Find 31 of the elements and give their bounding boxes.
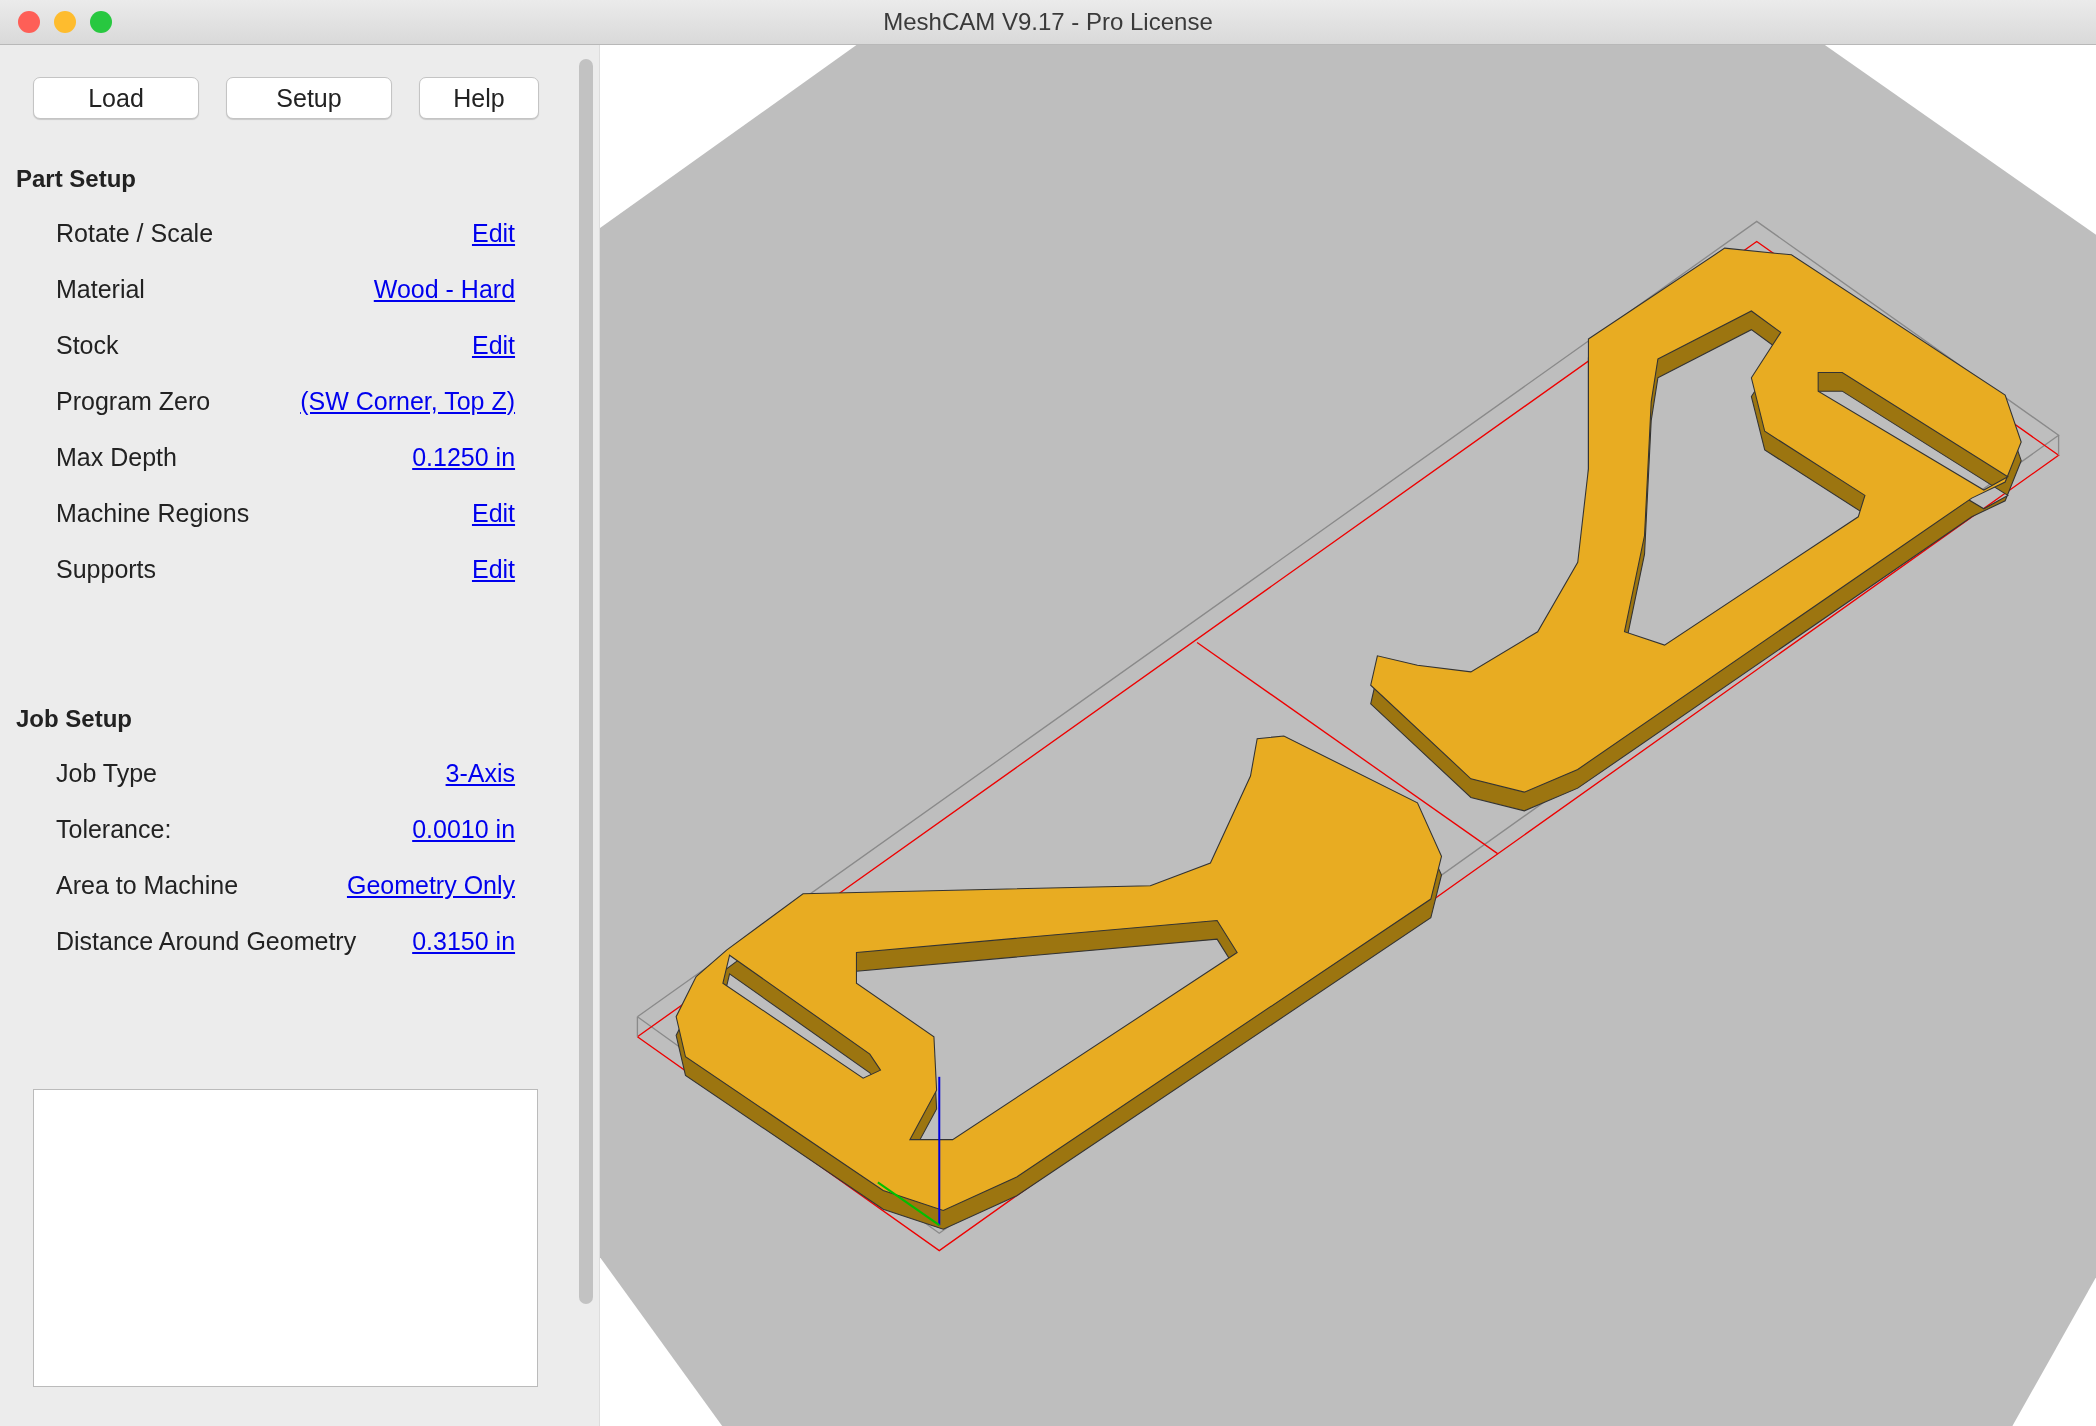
section-title: Part Setup [16, 165, 138, 193]
toolbar-button[interactable]: Help [419, 77, 539, 119]
setting-link[interactable]: 0.0010 in [412, 814, 516, 844]
window-title: MeshCAM V9.17 - Pro License [883, 8, 1213, 36]
setting-link[interactable]: Edit [471, 330, 516, 360]
section-title: Job Setup [16, 705, 133, 733]
toolbar-button[interactable]: Load [33, 77, 199, 119]
setting-label: Material [56, 274, 145, 304]
close-button[interactable] [18, 11, 40, 33]
setting-link[interactable]: Edit [471, 554, 516, 584]
setting-link[interactable]: Edit [471, 218, 516, 248]
setting-label: Tolerance: [56, 814, 172, 844]
setting-link[interactable]: Geometry Only [346, 870, 516, 900]
setting-label: Rotate / Scale [56, 218, 214, 248]
setting-label: Max Depth [56, 442, 177, 472]
setting-label: Job Type [56, 758, 157, 788]
setting-label: Area to Machine [56, 870, 239, 900]
setting-link[interactable]: (SW Corner, Top Z) [300, 386, 516, 416]
setting-link[interactable]: 3-Axis [445, 758, 516, 788]
setting-link[interactable]: 0.1250 in [412, 442, 516, 472]
zoom-button[interactable] [90, 11, 112, 33]
setting-label: Distance Around Geometry [56, 926, 357, 956]
setting-label: Supports [56, 554, 157, 584]
setting-label: Stock [56, 330, 119, 360]
setting-link[interactable]: Edit [471, 498, 516, 528]
setting-link[interactable]: Wood - Hard [373, 274, 516, 304]
setting-link[interactable]: 0.3150 in [412, 926, 516, 956]
minimize-button[interactable] [54, 11, 76, 33]
toolbar-button[interactable]: Setup [226, 77, 392, 119]
setting-label: Machine Regions [56, 498, 250, 528]
setting-label: Program Zero [56, 386, 211, 416]
